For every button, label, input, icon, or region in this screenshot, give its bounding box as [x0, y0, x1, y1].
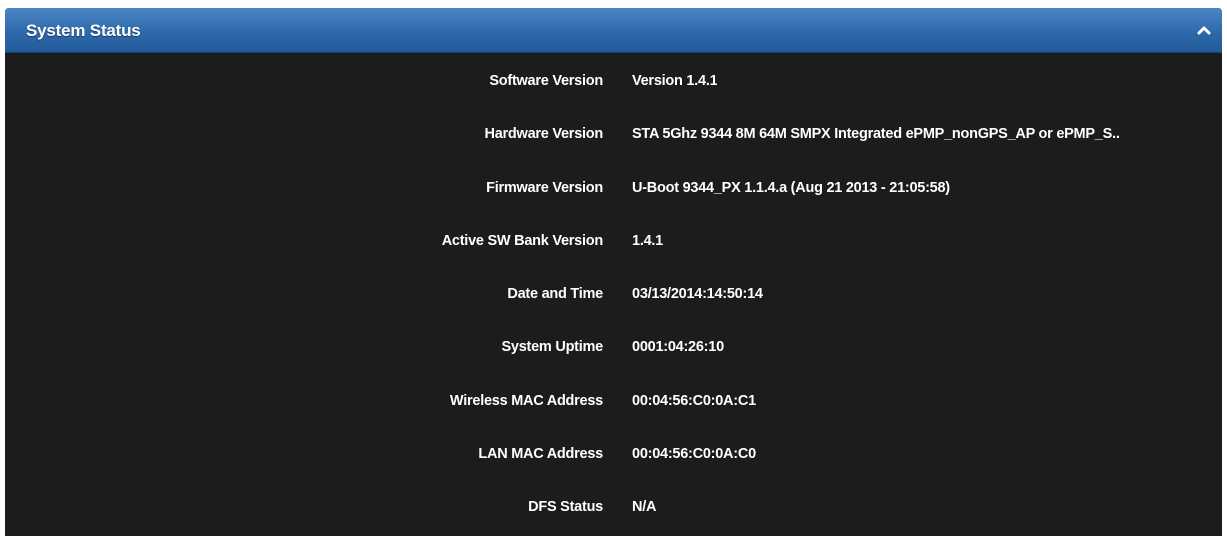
row-label: Date and Time	[507, 286, 603, 303]
row-label: DFS Status	[528, 499, 603, 516]
row-value: 00:04:56:C0:0A:C0	[632, 446, 756, 463]
row-value: U-Boot 9344_PX 1.1.4.a (Aug 21 2013 - 21…	[632, 179, 950, 196]
row-value: 03/13/2014:14:50:14	[632, 286, 763, 303]
status-row-system-uptime: System Uptime 0001:04:26:10	[5, 318, 1222, 371]
status-row-lan-mac-address: LAN MAC Address 00:04:56:C0:0A:C0	[5, 425, 1222, 478]
status-row-firmware-version: Firmware Version U-Boot 9344_PX 1.1.4.a …	[5, 159, 1222, 212]
status-row-dfs-status: DFS Status N/A	[5, 478, 1222, 531]
row-label: System Uptime	[501, 339, 603, 356]
status-row-hardware-version: Hardware Version STA 5Ghz 9344 8M 64M SM…	[5, 105, 1222, 158]
row-value: N/A	[632, 499, 657, 516]
status-rows: Software Version Version 1.4.1 Hardware …	[5, 52, 1222, 532]
status-row-software-version: Software Version Version 1.4.1	[5, 52, 1222, 105]
panel-title: System Status	[26, 21, 141, 40]
row-value: STA 5Ghz 9344 8M 64M SMPX Integrated ePM…	[632, 126, 1120, 143]
status-row-active-sw-bank-version: Active SW Bank Version 1.4.1	[5, 212, 1222, 265]
status-row-wireless-mac-address: Wireless MAC Address 00:04:56:C0:0A:C1	[5, 372, 1222, 425]
row-label: Software Version	[489, 73, 603, 89]
panel-header[interactable]: System Status	[5, 8, 1222, 53]
row-label: Wireless MAC Address	[449, 392, 603, 409]
system-status-panel: System Status Software Version Version 1…	[5, 8, 1222, 536]
row-label: Hardware Version	[484, 126, 604, 143]
status-row-date-and-time: Date and Time 03/13/2014:14:50:14	[5, 265, 1222, 318]
row-label: Active SW Bank Version	[441, 232, 604, 249]
row-label: LAN MAC Address	[478, 446, 603, 463]
row-label: Firmware Version	[486, 179, 603, 196]
chevron-up-icon[interactable]	[1196, 22, 1212, 38]
row-value: 00:04:56:C0:0A:C1	[632, 392, 756, 409]
row-value: 1.4.1	[632, 232, 663, 249]
row-value: Version 1.4.1	[632, 73, 718, 89]
row-value: 0001:04:26:10	[632, 339, 724, 356]
